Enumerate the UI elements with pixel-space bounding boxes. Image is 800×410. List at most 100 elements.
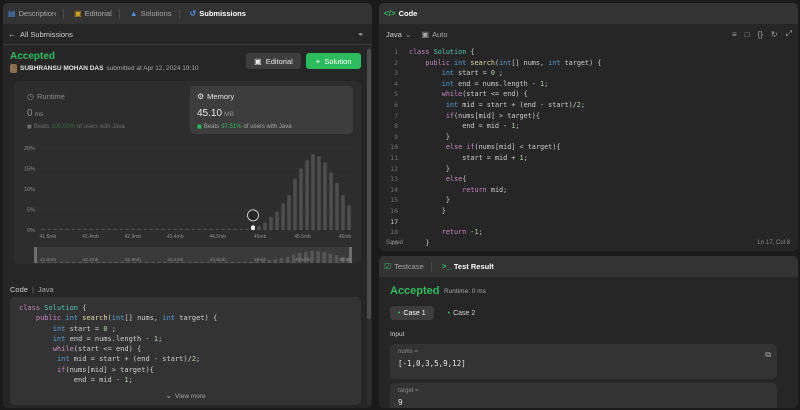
chart-bar[interactable] (329, 172, 333, 230)
line-number: 13 (390, 175, 398, 184)
left-scrollbar[interactable] (367, 47, 371, 405)
chart-bar[interactable] (89, 228, 93, 230)
line-number: 14 (390, 185, 398, 194)
case-2-button[interactable]: • Case 2 (440, 306, 484, 320)
link-icon[interactable]: ⚭ (357, 30, 364, 39)
navigator-bar (120, 261, 125, 263)
chart-bar[interactable] (161, 228, 165, 230)
navigator-handle-left[interactable] (34, 247, 37, 263)
chart-bar[interactable] (311, 154, 315, 230)
all-submissions-link[interactable]: ← All Submissions (8, 30, 73, 39)
chart-bar[interactable] (347, 205, 351, 230)
chart-bar[interactable] (53, 228, 57, 230)
editorial-button[interactable]: ▣ Editorial (246, 53, 301, 69)
chart-bar[interactable] (107, 228, 111, 230)
line-number: 2 (394, 58, 398, 67)
chart-bar[interactable] (95, 228, 99, 230)
chart-bar[interactable] (83, 228, 87, 230)
navigator-bar (77, 261, 82, 263)
chart-bar[interactable] (257, 225, 261, 230)
chart-bar[interactable] (335, 182, 339, 230)
author-name[interactable]: SUBHRANSU MOHAN DAS (20, 65, 103, 72)
chart-bar[interactable] (215, 228, 219, 230)
view-more-button[interactable]: ⌄ View more (10, 383, 361, 405)
copy-icon[interactable]: ⧉ (765, 350, 771, 360)
chart-bar[interactable] (155, 228, 159, 230)
chart-bar[interactable] (341, 195, 345, 230)
chart-bar[interactable] (245, 228, 249, 230)
tab-code[interactable]: </> Code (384, 9, 417, 18)
code-line: else if(nums[mid] < target){ (445, 143, 561, 152)
chart-bar[interactable] (221, 228, 225, 230)
chart-bar[interactable] (113, 228, 117, 230)
chart-bar[interactable] (263, 222, 267, 230)
chart-bar[interactable] (143, 228, 147, 230)
chart-bar[interactable] (233, 228, 237, 230)
chart-bar[interactable] (281, 203, 285, 230)
input-var-target[interactable]: target = 9 (390, 383, 777, 408)
chart-bar[interactable] (317, 156, 321, 230)
code-editor[interactable]: 1 2 3 4 5 6 7 8 9 10 11 12 13 14 15 16 17 18 19 class Solu… (379, 47, 798, 247)
submission-panel: ▤ Description ▣ Editorial ▲ Solutions ↺ … (3, 3, 372, 408)
avatar[interactable] (10, 64, 17, 73)
auto-mode[interactable]: ▣ Auto (422, 30, 448, 39)
code-line: while(start <= end) { (52, 345, 142, 354)
chart-bar[interactable] (203, 228, 207, 230)
navigator-bar (194, 261, 198, 263)
language-select[interactable]: Java ⌄ (386, 30, 412, 39)
chart-bar[interactable] (299, 168, 303, 231)
chart-bar[interactable] (137, 228, 141, 230)
chart-bar[interactable] (275, 211, 279, 230)
chart-bar[interactable] (65, 228, 69, 230)
memory-distribution-chart[interactable]: 20% 15% 10% 5% 0% 41.6mb 42.4mb 42.9mb 43.4mb 44.… (14, 81, 361, 264)
input-var-nums[interactable]: nums = [-1,0,3,5,9,12] ⧉ (390, 344, 777, 379)
chart-bar[interactable] (47, 228, 51, 230)
chart-bar[interactable] (149, 228, 153, 230)
chart-bar[interactable] (101, 228, 105, 230)
tab-testcase[interactable]: ☑ Testcase (384, 261, 432, 272)
bookmark-icon[interactable]: □ (745, 29, 750, 39)
chart-bar[interactable] (125, 228, 129, 230)
var-name: target = (398, 388, 419, 394)
chart-bar[interactable] (287, 195, 291, 230)
chart-bar[interactable] (323, 162, 327, 230)
fullscreen-icon[interactable]: ⤢ (786, 29, 792, 39)
chart-bar[interactable] (209, 228, 213, 230)
chart-bar[interactable] (167, 228, 171, 230)
editor-code[interactable]: class Solution { public int search(int[]… (409, 47, 601, 248)
code-line: } (409, 132, 450, 141)
chart-bar[interactable] (179, 228, 183, 230)
tab-solutions[interactable]: ▲ Solutions (130, 8, 180, 19)
chart-bar[interactable] (191, 228, 195, 230)
tab-editorial[interactable]: ▣ Editorial (74, 8, 120, 19)
chart-bar[interactable] (239, 228, 243, 230)
chart-bar[interactable] (293, 178, 297, 230)
chart-bar[interactable] (227, 228, 231, 230)
chart-bar[interactable] (269, 216, 273, 230)
reset-icon[interactable]: ↻ (771, 29, 778, 39)
chart-bar[interactable] (197, 228, 201, 230)
chart-bar[interactable] (305, 160, 309, 230)
chart-bar[interactable] (59, 228, 63, 230)
tab-description[interactable]: ▤ Description (8, 8, 65, 19)
chart-bar[interactable] (173, 228, 177, 230)
tab-test-result[interactable]: >_ Test Result (442, 262, 494, 271)
submitted-code-box[interactable]: class Solution { public int search(int[]… (10, 297, 361, 405)
tab-solutions-label: Solutions (140, 9, 172, 18)
line-number: 10 (390, 143, 398, 152)
braces-icon[interactable]: {} (758, 29, 763, 39)
var-value: [-1,0,3,5,9,12] (398, 359, 466, 368)
case-1-button[interactable]: • Case 1 (390, 306, 434, 320)
format-icon[interactable]: ≡ (732, 29, 737, 39)
chart-bar[interactable] (77, 228, 81, 230)
left-scrollbar-thumb[interactable] (367, 49, 371, 319)
chart-bar[interactable] (185, 228, 189, 230)
chart-bar[interactable] (71, 228, 75, 230)
chart-bar[interactable] (119, 228, 123, 230)
solution-button[interactable]: + Solution (306, 53, 361, 69)
tab-submissions[interactable]: ↺ Submissions (190, 9, 246, 18)
navigator-bar (242, 261, 247, 263)
pass-dot-icon: • (447, 309, 451, 317)
chart-bar[interactable] (131, 228, 135, 230)
chart-bar[interactable] (41, 228, 45, 230)
